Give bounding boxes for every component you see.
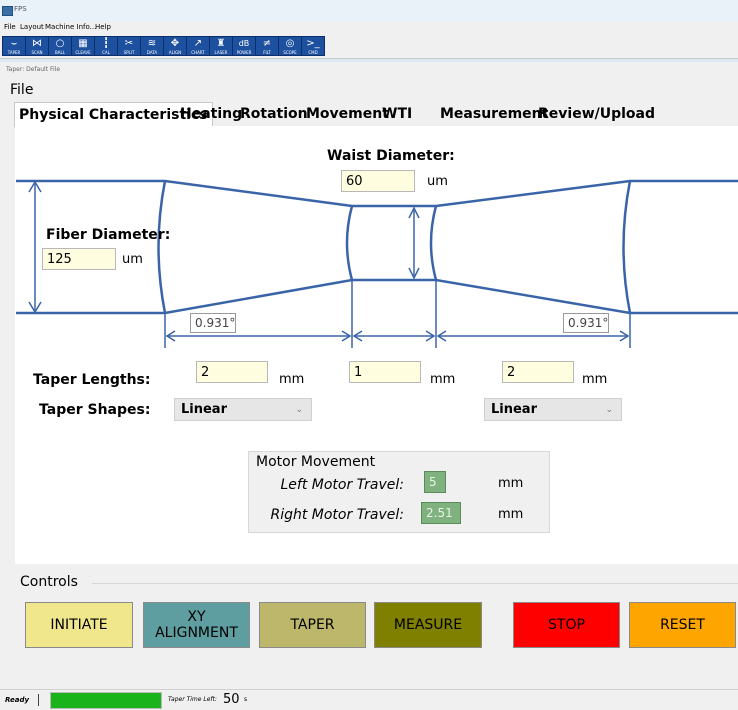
menu-help[interactable]: Help <box>95 23 111 31</box>
taper-shape-right-select[interactable]: Linear ⌄ <box>484 398 622 421</box>
taper-angle-left: 0.931° <box>190 313 236 333</box>
taper-shape-left-select[interactable]: Linear ⌄ <box>174 398 312 421</box>
toolbar-scan-button[interactable]: ⋈ SCAN <box>25 36 49 56</box>
taper-length-left-unit: mm <box>279 372 305 387</box>
waist-diameter-label: Waist Diameter: <box>327 148 455 164</box>
app-icon <box>2 6 13 16</box>
toolbar-taper-button[interactable]: ⌣ TAPER <box>2 36 26 56</box>
left-fiber-end <box>157 180 167 314</box>
split-icon: ✂ <box>124 38 134 49</box>
toolbar-power-button[interactable]: dB POWER <box>232 36 256 56</box>
chevron-down-icon: ⌄ <box>295 405 303 415</box>
taper-length-left-input[interactable]: 2 <box>196 361 268 383</box>
toolbar: ⌣ TAPER ⋈ SCAN ○ BALL ▦ CLEAVE ┇ CAL ✂ SPLIT ≋… <box>0 34 738 59</box>
menu-machine-info[interactable]: Machine Info... <box>45 23 96 31</box>
db-icon: dB <box>238 39 250 48</box>
filter-icon: ≠ <box>262 38 272 49</box>
right-motor-travel-value: 2.51 <box>421 502 461 524</box>
taper-shape-left-value: Linear <box>181 402 227 417</box>
tab-rotation[interactable]: Rotation <box>236 102 312 126</box>
waist-diameter-input[interactable]: 60 <box>341 170 415 192</box>
toolbar-laser-button[interactable]: ♜ LASER <box>209 36 233 56</box>
left-motor-travel-label: Left Motor Travel: <box>280 477 405 493</box>
status-text: Ready <box>5 696 30 704</box>
taper-shape-right-value: Linear <box>491 402 537 417</box>
menu-bar: File Layout Machine Info... Help <box>0 22 738 34</box>
status-bar: Ready Taper Time Left: 50 s <box>0 689 738 710</box>
cmd-icon: >_ <box>306 38 320 49</box>
waist-diameter-unit: um <box>427 174 448 189</box>
toolbar-ball-button[interactable]: ○ BALL <box>48 36 72 56</box>
window-title: FPS <box>14 5 27 13</box>
reset-button[interactable]: RESET <box>629 602 736 648</box>
waist-right-end <box>429 205 438 281</box>
toolbar-cleave-button[interactable]: ▦ CLEAVE <box>71 36 95 56</box>
fiber-diameter-label: Fiber Diameter: <box>46 227 171 243</box>
controls-title: Controls <box>20 574 78 590</box>
taper-length-right-input[interactable]: 2 <box>502 361 574 383</box>
align-icon: ✥ <box>170 38 180 49</box>
data-icon: ≋ <box>147 38 157 49</box>
subwindow-file-menu[interactable]: File <box>10 82 33 98</box>
toolbar-data-button[interactable]: ≋ DATA <box>140 36 164 56</box>
taper-progress-bar <box>50 692 162 709</box>
cal-icon: ┇ <box>102 38 110 49</box>
ball-icon: ○ <box>55 38 65 49</box>
stop-button[interactable]: STOP <box>513 602 620 648</box>
xy-alignment-button[interactable]: XY ALIGNMENT <box>143 602 250 648</box>
toolbar-cmd-button[interactable]: >_ CMD <box>301 36 325 56</box>
taper-icon: ⌣ <box>10 38 18 49</box>
menu-layout[interactable]: Layout <box>20 23 44 31</box>
scan-icon: ⋈ <box>32 38 42 49</box>
fiber-diameter-input[interactable]: 125 <box>42 248 116 270</box>
taper-shapes-label: Taper Shapes: <box>39 402 151 418</box>
scope-icon: ◎ <box>285 38 295 49</box>
menu-file[interactable]: File <box>4 23 16 31</box>
taper-time-left-label: Taper Time Left: <box>168 696 217 703</box>
toolbar-chart-button[interactable]: ↗ CHART <box>186 36 210 56</box>
status-separator <box>38 694 39 706</box>
subwindow-caption: Taper: Default File <box>6 66 61 73</box>
taper-time-left-unit: s <box>244 696 248 703</box>
waist-left-end <box>345 205 354 281</box>
toolbar-align-button[interactable]: ✥ ALIGN <box>163 36 187 56</box>
left-motor-travel-value: 5 <box>424 471 446 493</box>
toolbar-split-button[interactable]: ✂ SPLIT <box>117 36 141 56</box>
right-fiber-end <box>622 180 632 314</box>
right-motor-travel-unit: mm <box>498 507 524 522</box>
measure-button[interactable]: MEASURE <box>374 602 482 648</box>
tab-wti[interactable]: WTI <box>378 102 416 126</box>
laser-icon: ♜ <box>216 38 226 49</box>
waist-length-input[interactable]: 1 <box>349 361 421 383</box>
tab-bar: Physical Characteristics Heating Rotatio… <box>14 102 738 128</box>
taper-lengths-label: Taper Lengths: <box>33 372 151 388</box>
cleave-icon: ▦ <box>78 38 88 49</box>
chevron-down-icon: ⌄ <box>605 405 613 415</box>
taper-length-right-unit: mm <box>582 372 608 387</box>
taper-time-left-value: 50 <box>223 692 240 707</box>
taper-progress-fill <box>51 693 161 708</box>
motor-movement-title: Motor Movement <box>256 454 380 470</box>
toolbar-cal-button[interactable]: ┇ CAL <box>94 36 118 56</box>
initiate-button[interactable]: INITIATE <box>25 602 133 648</box>
right-motor-travel-label: Right Motor Travel: <box>270 507 404 523</box>
controls-divider <box>92 583 738 584</box>
chart-icon: ↗ <box>193 38 203 49</box>
tab-review-upload[interactable]: Review/Upload <box>534 102 659 126</box>
toolbar-scope-button[interactable]: ◎ SCOPE <box>278 36 302 56</box>
title-bar: FPS <box>0 0 738 22</box>
left-motor-travel-unit: mm <box>498 476 524 491</box>
taper-button[interactable]: TAPER <box>259 602 366 648</box>
toolbar-filter-button[interactable]: ≠ FILT <box>255 36 279 56</box>
fiber-diameter-unit: um <box>122 252 143 267</box>
taper-angle-right: 0.931° <box>563 313 609 333</box>
waist-length-unit: mm <box>430 372 456 387</box>
